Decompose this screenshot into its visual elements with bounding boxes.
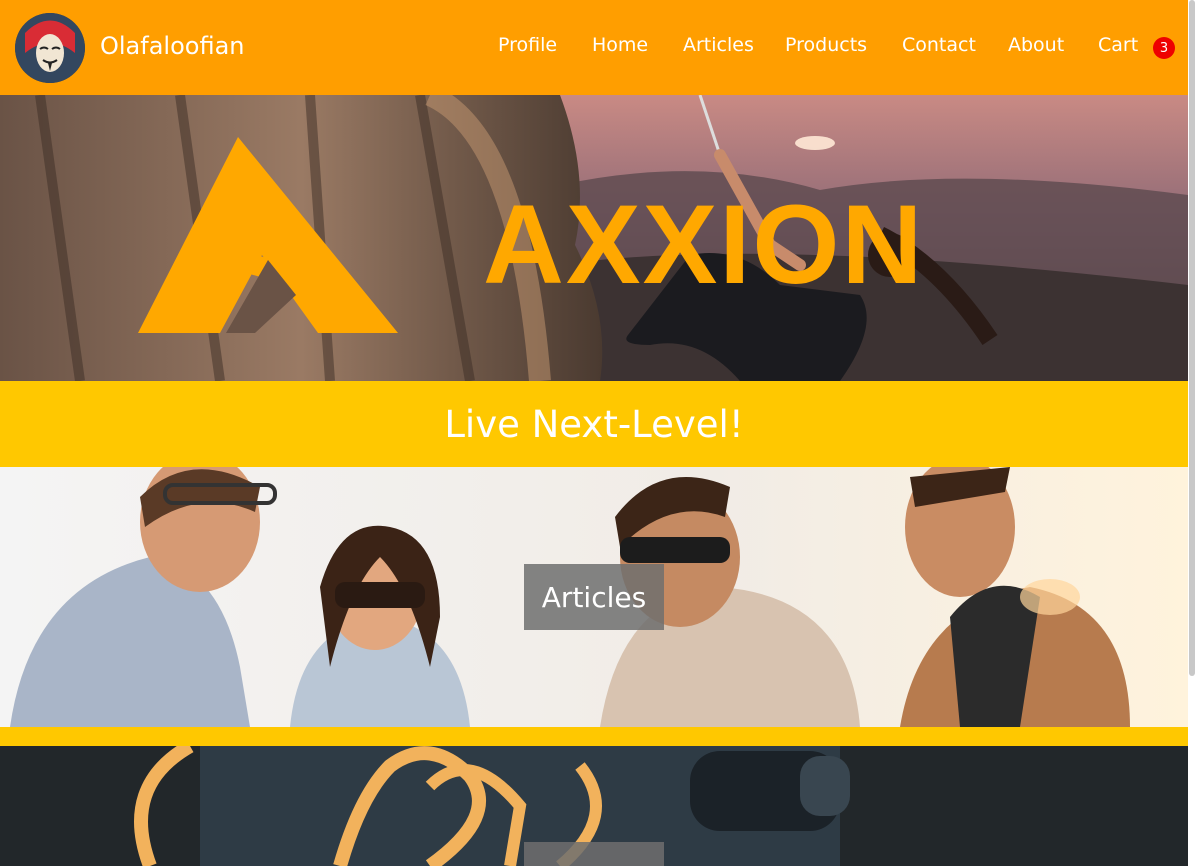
nav-about[interactable]: About [1008, 34, 1064, 56]
nav-profile[interactable]: Profile [498, 34, 557, 56]
products-section-button[interactable] [524, 842, 664, 866]
site-name-link[interactable]: Olafaloofian [100, 32, 245, 60]
hero-tagline: Live Next-Level! [444, 402, 744, 446]
top-navbar: Olafaloofian Profile Home Articles Produ… [0, 0, 1188, 95]
hero-climber-photo: AXXION [0, 95, 1188, 381]
nav-articles[interactable]: Articles [683, 34, 754, 56]
section-divider [0, 727, 1188, 746]
avatar[interactable] [15, 13, 85, 83]
articles-section-button[interactable]: Articles [524, 564, 664, 630]
nav-products[interactable]: Products [785, 34, 867, 56]
axxion-wordmark: AXXION [483, 182, 924, 307]
nav-home[interactable]: Home [592, 34, 648, 56]
nav-cart[interactable]: Cart [1098, 34, 1138, 56]
nav-contact[interactable]: Contact [902, 34, 976, 56]
tagline-band: Live Next-Level! [0, 381, 1188, 467]
page-scrollbar-thumb[interactable] [1189, 0, 1195, 676]
cart-count-badge: 3 [1153, 37, 1175, 59]
hero-banner: AXXION [0, 95, 1188, 381]
